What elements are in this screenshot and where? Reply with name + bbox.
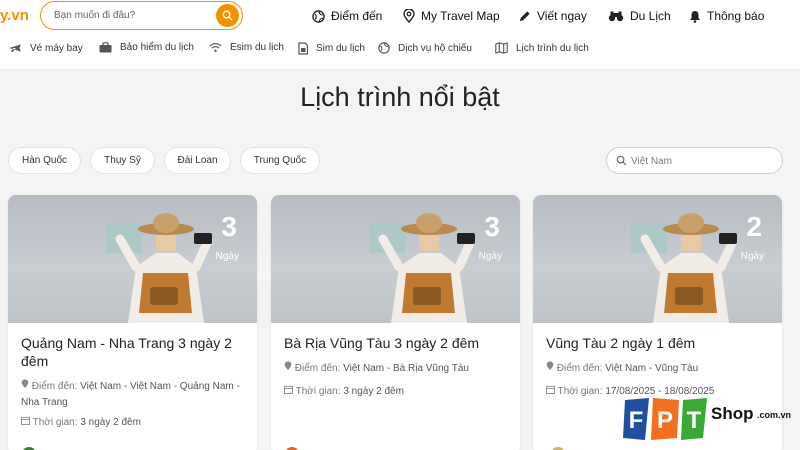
card-cover-image: 2 Ngày [533, 195, 782, 323]
card-destination: Điểm đến: Việt Nam - Vũng Tàu [546, 361, 774, 377]
nav-thong-bao[interactable]: Thông báo [689, 0, 764, 32]
destination-value: Việt Nam - Vũng Tàu [605, 363, 699, 374]
filter-chip-thuy-sy[interactable]: Thụy Sỹ [90, 147, 155, 174]
search-icon [222, 10, 233, 21]
duration-label: Thời gian: [32, 417, 78, 428]
filter-chip-dai-loan[interactable]: Đài Loan [164, 147, 231, 174]
trip-days-unit: Ngày [740, 251, 764, 262]
destination-label: Điểm đến: [294, 363, 341, 374]
country-search-input[interactable]: Việt Nam [631, 156, 672, 167]
nav-label: Du Lịch [630, 9, 671, 23]
nav-my-travel-map[interactable]: My Travel Map [403, 0, 500, 32]
pen-icon [519, 10, 530, 21]
subnav-item-ho-chieu[interactable]: Dịch vụ hộ chiếu [378, 42, 472, 54]
card-duration: Thời gian: 3 ngày 2 đêm [284, 384, 512, 400]
fpt-shop-watermark: F P T Shop .com.vn [621, 394, 796, 444]
itinerary-card[interactable]: 3 Ngày Quảng Nam - Nha Trang 3 ngày 2 đê… [8, 195, 257, 450]
binoculars-icon [608, 11, 624, 22]
globe-icon [378, 42, 390, 54]
subnav-item-esim[interactable]: Esim du lịch [209, 42, 284, 53]
page-title: Lịch trình nổi bật [300, 82, 500, 112]
nav-du-lich[interactable]: Du Lịch [608, 0, 671, 32]
card-cover-image: 3 Ngày [8, 195, 257, 323]
subnav-label: Lịch trình du lịch [516, 42, 589, 54]
subnav-label: Sim du lịch [316, 43, 365, 54]
subnav-label: Dịch vụ hộ chiếu [398, 42, 472, 54]
calendar-icon [284, 385, 293, 394]
country-search[interactable]: Việt Nam [606, 147, 783, 174]
trip-days-unit: Ngày [215, 251, 239, 262]
nav-label: Thông báo [707, 9, 765, 23]
trip-days-count: 3 [484, 211, 500, 242]
fpt-shop-text: Shop [711, 404, 754, 423]
card-title[interactable]: Bà Rịa Vũng Tàu 3 ngày 2 đêm [284, 334, 509, 352]
map-pin-icon [21, 379, 29, 388]
service-subnav: Vé máy bay Bảo hiểm du lịch Esim du lịch… [0, 32, 800, 70]
nav-label: Điểm đến [331, 9, 383, 23]
subnav-item-ve-may-bay[interactable]: Vé máy bay [8, 42, 83, 54]
fpt-domain-text: .com.vn [757, 410, 792, 420]
site-logo[interactable]: y.vn [0, 7, 29, 24]
card-duration: Thời gian: 3 ngày 2 đêm [21, 415, 249, 431]
bell-icon [690, 10, 700, 23]
calendar-icon [21, 416, 30, 425]
subnav-item-sim[interactable]: Sim du lịch [298, 42, 365, 55]
destination-search[interactable]: Bạn muốn đi đâu? [40, 1, 243, 30]
subnav-label: Bảo hiểm du lịch [120, 42, 194, 53]
filter-chip-trung-quoc[interactable]: Trung Quốc [240, 147, 320, 174]
destination-value: Việt Nam - Bà Rịa Vũng Tàu [343, 363, 469, 374]
nav-viet-ngay[interactable]: Viết ngay [518, 0, 587, 32]
destination-label: Điểm đến: [31, 381, 78, 392]
map-pin-icon [403, 9, 415, 23]
wifi-icon [209, 43, 222, 52]
search-button[interactable] [216, 4, 239, 27]
plane-icon [9, 44, 21, 52]
filter-chip-han-quoc[interactable]: Hàn Quốc [8, 147, 81, 174]
trip-days-unit: Ngày [478, 251, 502, 262]
subnav-label: Esim du lịch [230, 42, 284, 53]
nav-diem-den[interactable]: Điểm đến [312, 0, 382, 32]
duration-value: 3 ngày 2 đêm [80, 417, 141, 428]
trip-days-count: 3 [221, 211, 237, 242]
destination-label: Điểm đến: [556, 363, 603, 374]
briefcase-icon [99, 42, 112, 53]
card-destination: Điểm đến: Việt Nam - Việt Nam - Quảng Na… [21, 379, 249, 411]
card-title[interactable]: Quảng Nam - Nha Trang 3 ngày 2 đêm [21, 334, 246, 370]
globe-icon [312, 9, 325, 23]
nav-label: My Travel Map [421, 9, 500, 23]
fpt-letter-t: T [687, 407, 702, 434]
subnav-item-bao-hiem[interactable]: Bảo hiểm du lịch [99, 42, 194, 53]
search-icon [616, 155, 627, 166]
fpt-letter-p: P [657, 407, 673, 434]
card-cover-image: 3 Ngày [271, 195, 520, 323]
map-pin-icon [284, 361, 292, 370]
card-destination: Điểm đến: Việt Nam - Bà Rịa Vũng Tàu [284, 361, 512, 377]
top-header: y.vn Bạn muốn đi đâu? Điểm đến My Travel… [0, 0, 800, 32]
sim-card-icon [298, 42, 308, 55]
search-input[interactable]: Bạn muốn đi đâu? [54, 10, 135, 21]
itinerary-card[interactable]: 3 Ngày Bà Rịa Vũng Tàu 3 ngày 2 đêm Điểm… [271, 195, 520, 450]
card-title[interactable]: Vũng Tàu 2 ngày 1 đêm [546, 334, 771, 352]
trip-days-count: 2 [746, 211, 762, 242]
fpt-logo: F P T [623, 398, 707, 440]
fpt-letter-f: F [629, 407, 644, 434]
nav-label: Viết ngay [537, 9, 587, 23]
duration-label: Thời gian: [295, 386, 341, 397]
map-icon [495, 42, 508, 54]
subnav-label: Vé máy bay [30, 42, 83, 54]
duration-label: Thời gian: [557, 386, 603, 397]
duration-value: 3 ngày 2 đêm [343, 386, 404, 397]
calendar-icon [546, 385, 555, 394]
map-pin-icon [546, 361, 554, 370]
subnav-item-lich-trinh[interactable]: Lịch trình du lịch [495, 42, 589, 54]
